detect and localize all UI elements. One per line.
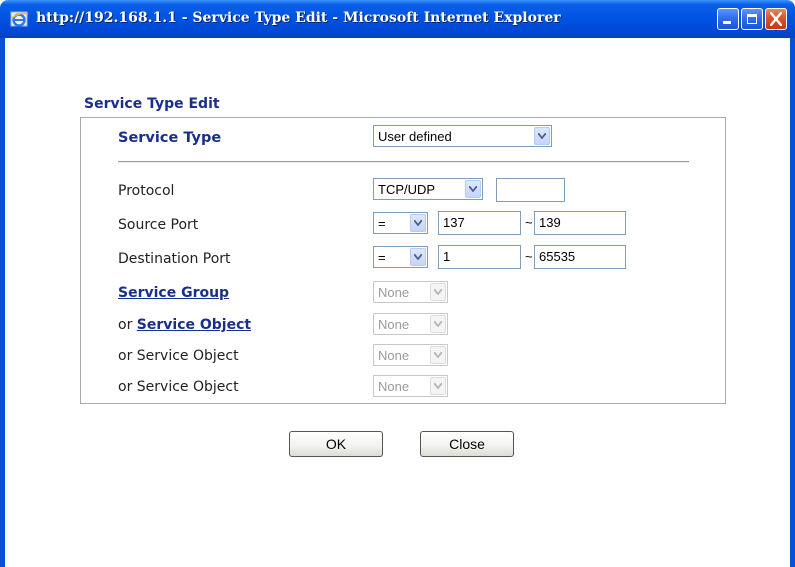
service-object-2-select[interactable]: None bbox=[373, 344, 448, 366]
service-group-label: Service Group bbox=[118, 285, 229, 301]
destination-port-operator-select[interactable]: = bbox=[373, 246, 428, 268]
service-object-3-select[interactable]: None bbox=[373, 375, 448, 397]
service-object-1-value: None bbox=[378, 317, 410, 332]
source-port-label: Source Port bbox=[118, 217, 199, 233]
source-port-range-separator: ~ bbox=[525, 215, 533, 230]
form-title: Service Type Edit bbox=[84, 96, 220, 112]
destination-port-range-separator: ~ bbox=[525, 249, 533, 264]
chevron-down-icon bbox=[534, 127, 550, 145]
divider bbox=[118, 161, 689, 163]
close-button[interactable]: Close bbox=[420, 431, 514, 457]
destination-port-operator-value: = bbox=[378, 250, 386, 265]
ie-icon bbox=[10, 11, 29, 27]
minimize-button[interactable] bbox=[717, 8, 739, 30]
window-title: http://192.168.1.1 - Service Type Edit -… bbox=[36, 10, 561, 26]
service-object-3-value: None bbox=[378, 379, 410, 394]
maximize-button[interactable] bbox=[741, 8, 763, 30]
service-type-select[interactable]: User defined bbox=[373, 125, 552, 147]
maximize-icon bbox=[747, 14, 757, 24]
chevron-down-icon bbox=[430, 346, 446, 364]
chevron-down-icon bbox=[465, 180, 481, 198]
service-group-link[interactable]: Service Group bbox=[118, 285, 229, 301]
chevron-down-icon bbox=[410, 214, 426, 232]
service-type-value: User defined bbox=[378, 129, 452, 144]
source-port-operator-value: = bbox=[378, 216, 386, 231]
minimize-icon bbox=[723, 21, 731, 24]
window-frame-right bbox=[790, 38, 795, 567]
service-group-value: None bbox=[378, 285, 410, 300]
service-object-link[interactable]: Service Object bbox=[137, 317, 251, 333]
service-object-1-prefix: or bbox=[118, 317, 133, 333]
chevron-down-icon bbox=[410, 248, 426, 266]
protocol-select[interactable]: TCP/UDP bbox=[373, 178, 483, 200]
destination-port-label: Destination Port bbox=[118, 251, 231, 267]
chevron-down-icon bbox=[430, 283, 446, 301]
service-type-label: Service Type bbox=[118, 130, 222, 146]
service-object-3-label: or Service Object bbox=[118, 379, 239, 395]
destination-port-end-input[interactable]: 65535 bbox=[534, 245, 626, 269]
window-frame-left bbox=[0, 38, 5, 567]
source-port-end-input[interactable]: 139 bbox=[534, 211, 626, 235]
destination-port-start-input[interactable]: 1 bbox=[438, 245, 521, 269]
close-icon bbox=[770, 12, 782, 26]
title-bar[interactable]: http://192.168.1.1 - Service Type Edit -… bbox=[0, 0, 795, 38]
chevron-down-icon bbox=[430, 315, 446, 333]
protocol-number-input[interactable] bbox=[496, 178, 565, 202]
service-object-1-label: or Service Object bbox=[118, 317, 251, 333]
ok-button[interactable]: OK bbox=[289, 431, 383, 457]
source-port-start-input[interactable]: 137 bbox=[438, 211, 521, 235]
source-port-operator-select[interactable]: = bbox=[373, 212, 428, 234]
service-object-2-label: or Service Object bbox=[118, 348, 239, 364]
protocol-value: TCP/UDP bbox=[378, 182, 436, 197]
service-object-2-value: None bbox=[378, 348, 410, 363]
chevron-down-icon bbox=[430, 377, 446, 395]
protocol-label: Protocol bbox=[118, 183, 175, 199]
service-object-1-select[interactable]: None bbox=[373, 313, 448, 335]
close-window-button[interactable] bbox=[765, 8, 787, 30]
service-group-select[interactable]: None bbox=[373, 281, 448, 303]
